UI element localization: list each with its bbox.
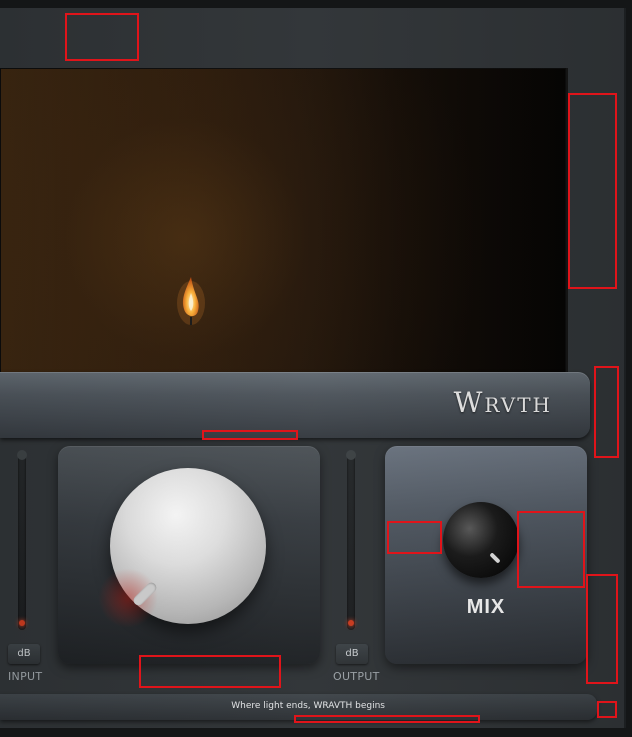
output-label: OUTPUT xyxy=(333,670,380,683)
input-db-button[interactable]: dB xyxy=(8,644,40,664)
knob-glow xyxy=(98,568,158,628)
marker-box xyxy=(517,511,585,588)
marker-box xyxy=(597,701,617,718)
output-meter-indicator xyxy=(348,620,354,626)
mix-knob[interactable] xyxy=(443,502,519,578)
marker-box xyxy=(387,521,442,554)
marker-box xyxy=(202,430,298,440)
gain-knob[interactable] xyxy=(98,468,266,628)
output-db-button[interactable]: dB xyxy=(336,644,368,664)
marker-box xyxy=(586,574,618,684)
gain-card xyxy=(58,446,320,664)
plugin-panel: Wrvth dB INPUT dB OUTPUT MIX Where light… xyxy=(0,8,626,728)
marker-box xyxy=(294,715,480,723)
marker-box xyxy=(568,93,617,289)
tagline: Where light ends, WRAVTH begins xyxy=(231,701,385,711)
input-meter[interactable] xyxy=(17,450,27,630)
input-label: INPUT xyxy=(8,670,43,683)
brand-bar: Wrvth xyxy=(0,372,590,438)
marker-box xyxy=(139,655,281,688)
brand-logo: Wrvth xyxy=(453,386,552,419)
input-meter-indicator xyxy=(19,620,25,626)
marker-box xyxy=(594,366,619,458)
mix-label: MIX xyxy=(466,596,506,618)
input-meter-cap xyxy=(17,450,27,460)
marker-box xyxy=(65,13,139,61)
mix-knob-indicator xyxy=(489,552,501,564)
output-meter-cap xyxy=(346,450,356,460)
output-meter[interactable] xyxy=(346,450,356,630)
visualizer-screen xyxy=(0,68,568,374)
candle-flame-icon xyxy=(177,277,205,325)
